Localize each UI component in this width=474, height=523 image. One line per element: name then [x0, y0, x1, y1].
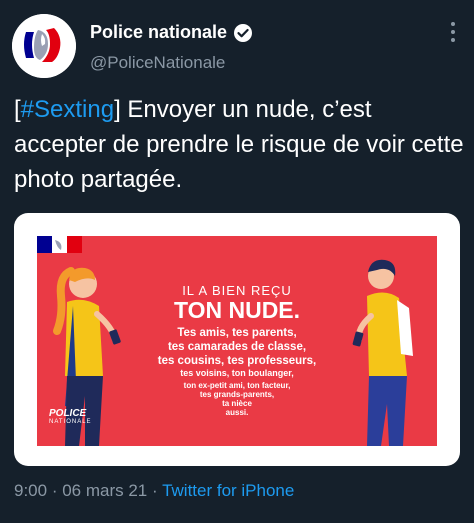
poster-small-text: ton ex-petit ami, ton facteur, tes grand… — [37, 381, 437, 417]
poster-line-9: ta nièce — [222, 399, 252, 408]
separator: · — [147, 481, 163, 500]
tweet-header: Police nationale @PoliceNationale — [0, 0, 474, 90]
poster-line-3: Tes amis, tes parents, — [177, 327, 297, 339]
close-bracket: ] — [114, 96, 121, 123]
verified-badge-icon — [234, 23, 253, 42]
account-name-line: Police nationale — [90, 22, 253, 43]
poster-line-1: IL A BIEN REÇU — [182, 283, 292, 298]
tweet-text: [#Sexting] Envoyer un nude, c’est accept… — [14, 92, 464, 197]
police-logo-title: POLICE — [49, 408, 87, 419]
poster-line-4: tes camarades de classe, — [167, 341, 307, 353]
tweet-source-link[interactable]: Twitter for iPhone — [162, 481, 294, 500]
poster-line-8: tes grands-parents, — [199, 390, 275, 399]
account-name[interactable]: Police nationale — [90, 22, 227, 43]
campaign-poster: IL A BIEN REÇU TON NUDE. Tes amis, tes p… — [37, 236, 437, 446]
poster-line-10: aussi. — [225, 408, 249, 417]
marianne-logo-icon — [12, 14, 76, 78]
poster-line-5: tes cousins, tes professeurs, — [157, 355, 317, 367]
more-options-icon[interactable] — [450, 22, 456, 42]
poster-line-7: ton ex-petit ami, ton facteur, — [183, 381, 291, 390]
tweet-footer: 9:00 · 06 mars 21 · Twitter for iPhone — [14, 481, 294, 501]
police-logo-subtitle: NATIONALE — [49, 419, 92, 425]
poster-body: Tes amis, tes parents, tes camarades de … — [37, 326, 437, 379]
tweet-media[interactable]: IL A BIEN REÇU TON NUDE. Tes amis, tes p… — [14, 213, 460, 466]
open-bracket: [ — [14, 96, 21, 123]
republique-flag-icon — [37, 236, 82, 253]
avatar[interactable] — [12, 14, 76, 78]
hashtag-link[interactable]: #Sexting — [21, 96, 114, 123]
separator: · — [47, 481, 63, 500]
poster-line-6: tes voisins, ton boulanger, — [180, 368, 294, 378]
account-handle[interactable]: @PoliceNationale — [90, 53, 225, 73]
poster-headline: TON NUDE. — [173, 297, 301, 323]
tweet-time[interactable]: 9:00 — [14, 481, 47, 500]
tweet-date[interactable]: 06 mars 21 — [62, 481, 147, 500]
